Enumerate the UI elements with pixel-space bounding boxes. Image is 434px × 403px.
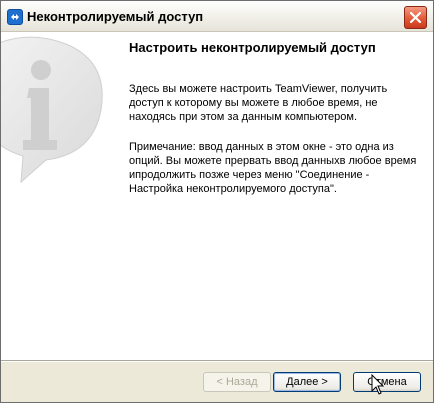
wizard-content: Настроить неконтролируемый доступ Здесь …	[1, 32, 433, 360]
note-text: Примечание: ввод данных в этом окне - эт…	[129, 141, 417, 195]
close-icon	[410, 12, 421, 23]
next-button[interactable]: Далее >	[273, 372, 341, 392]
info-icon	[1, 36, 103, 184]
cancel-button[interactable]: Отмена	[353, 372, 421, 392]
dialog-window: Неконтролируемый доступ Настроить неконт…	[0, 0, 434, 403]
teamviewer-icon	[7, 9, 23, 25]
page-heading: Настроить неконтролируемый доступ	[129, 40, 376, 55]
description-text: Здесь вы можете настроить TeamViewer, по…	[129, 83, 388, 123]
close-button[interactable]	[404, 6, 427, 29]
window-title: Неконтролируемый доступ	[27, 9, 204, 24]
button-bar: < Назад Далее > Отмена	[1, 362, 433, 402]
back-button[interactable]: < Назад	[203, 372, 271, 392]
mouse-cursor-icon	[371, 374, 385, 395]
title-bar[interactable]: Неконтролируемый доступ	[1, 1, 433, 32]
